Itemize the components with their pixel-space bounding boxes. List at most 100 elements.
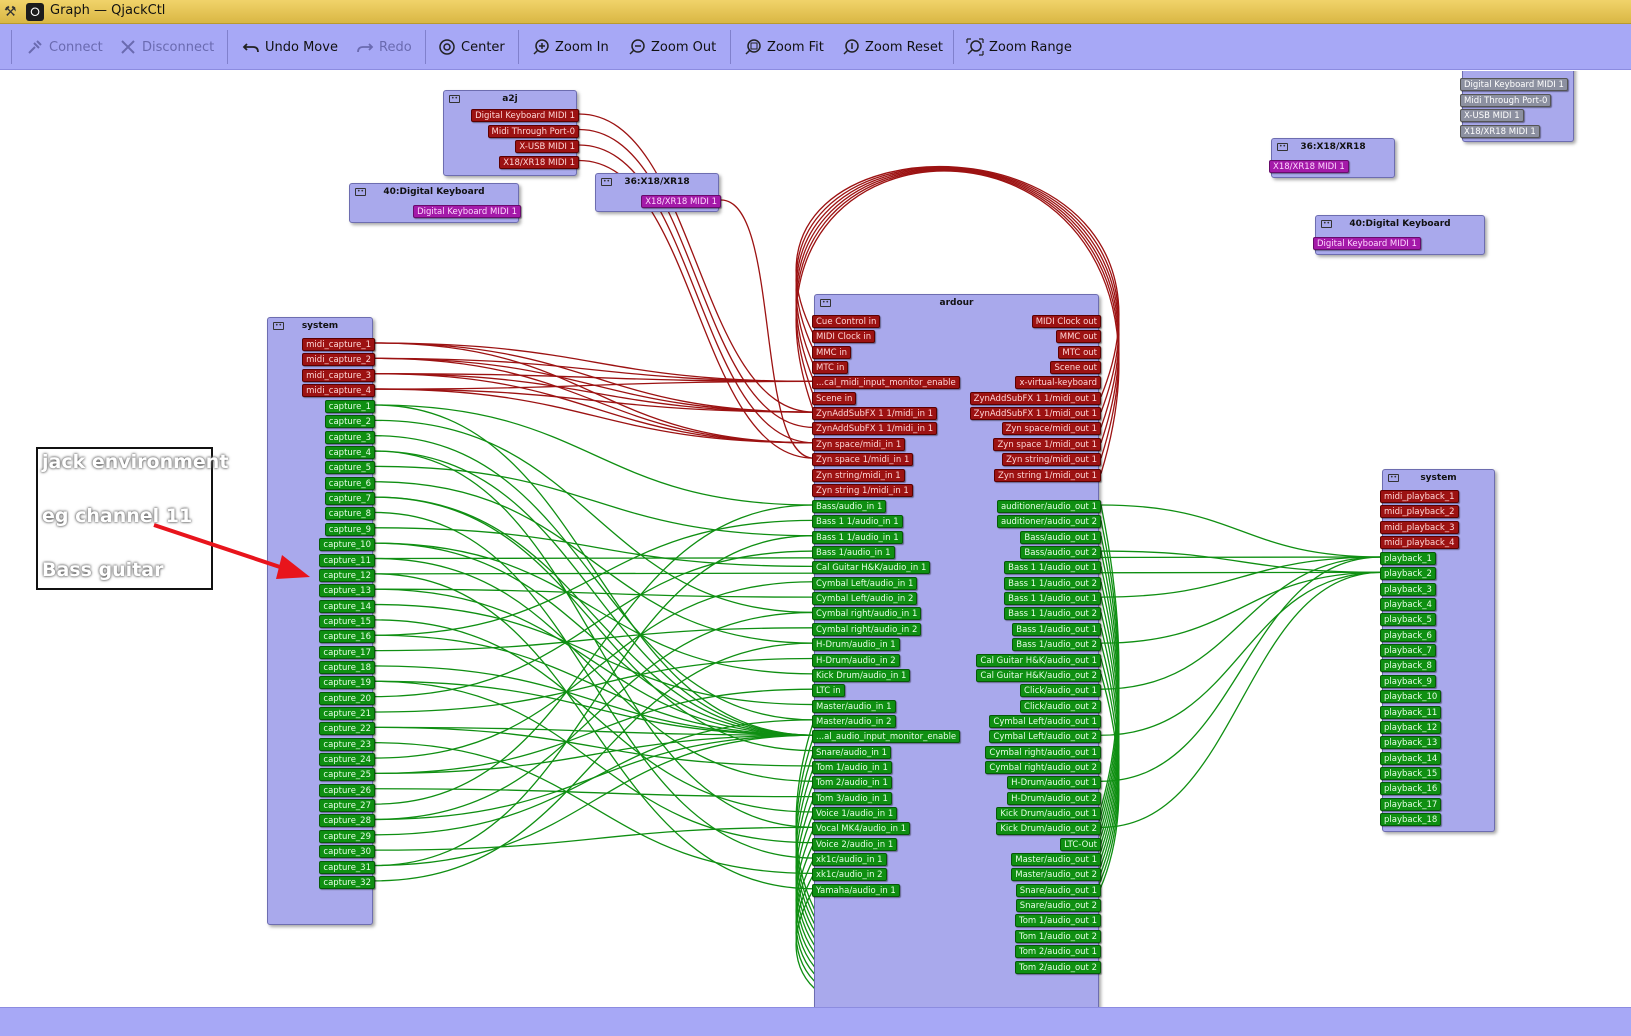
port-keyboard-in[interactable]: Digital Keyboard MIDI 1 [1313, 237, 1421, 250]
port-ardour-audio-in[interactable]: Cal Guitar H&K/audio_in 1 [812, 561, 931, 575]
port-audio-playback[interactable]: playback_6 [1380, 628, 1436, 642]
port-audio-playback[interactable]: playback_5 [1380, 613, 1436, 627]
port-a2j-out[interactable]: Midi Through Port-0 [487, 124, 579, 138]
client-system-capture[interactable]: •• system midi_capture_1 midi_capture_2 midi… [267, 317, 375, 925]
connection-wire[interactable] [374, 611, 815, 821]
port-midi-capture[interactable]: midi_capture_1 [302, 338, 375, 351]
port-ardour-audio-out[interactable]: Bass/audio_out 1 [1020, 530, 1101, 544]
port-ardour-audio-out[interactable]: Click/audio_out 2 [1020, 699, 1101, 713]
port-audio-capture[interactable]: capture_29 [319, 829, 375, 843]
port-audio-capture[interactable]: capture_24 [319, 753, 375, 767]
port-ardour-audio-in[interactable]: LTC in [812, 684, 845, 698]
port-ardour-audio-out[interactable]: Cal Guitar H&K/audio_out 2 [976, 668, 1101, 682]
client-x18xr18-right[interactable]: •• 36:X18/XR18 X18/XR18 MIDI 1 [1269, 138, 1395, 178]
connection-wire[interactable] [374, 657, 815, 713]
port-audio-playback[interactable]: playback_4 [1380, 598, 1436, 612]
port-audio-capture[interactable]: capture_30 [319, 845, 375, 859]
port-ardour-audio-out[interactable]: Bass/audio_out 2 [1020, 546, 1101, 560]
port-audio-playback[interactable]: playback_12 [1380, 720, 1442, 734]
port-audio-capture[interactable]: capture_32 [319, 875, 375, 889]
client-ardour[interactable]: •• ardour Cue Control in MIDI Clock in MMC i… [812, 294, 1101, 1007]
port-ardour-audio-in[interactable]: xk1c/audio_in 1 [812, 853, 887, 867]
port-midi-playback[interactable]: midi_playback_2 [1380, 505, 1459, 519]
port-ardour-audio-out[interactable]: Bass 1 1/audio_out 1 [1004, 592, 1101, 606]
port-ardour-audio-in[interactable]: Bass 1/audio_in 1 [812, 546, 895, 560]
port-ardour-audio-out[interactable]: Cal Guitar H&K/audio_out 1 [976, 653, 1101, 667]
port-audio-capture[interactable]: capture_9 [324, 522, 375, 536]
port-audio-capture[interactable]: capture_12 [319, 568, 375, 582]
port-ardour-audio-in[interactable]: Bass 1 1/audio_in 1 [812, 515, 903, 529]
port-ardour-audio-in[interactable]: Bass 1 1/audio_in 1 [812, 530, 903, 544]
port-ardour-midi-out[interactable]: MIDI Clock out [1031, 315, 1101, 328]
port-ardour-audio-out[interactable]: auditioner/audio_out 1 [996, 500, 1101, 513]
port-ardour-audio-out[interactable]: LTC-Out [1060, 837, 1101, 851]
connect-button[interactable]: Connect [26, 35, 103, 59]
port-ardour-audio-out[interactable]: Bass 1/audio_out 2 [1012, 638, 1101, 652]
port-audio-capture[interactable]: capture_10 [319, 538, 375, 552]
port-ardour-audio-out[interactable]: Snare/audio_out 2 [1015, 899, 1101, 913]
connection-wire[interactable] [374, 734, 815, 775]
port-audio-playback[interactable]: playback_1 [1380, 552, 1436, 565]
client-a2j[interactable]: •• a2j Digital Keyboard MIDI 1 Midi Through… [443, 90, 579, 176]
port-audio-capture[interactable]: capture_8 [324, 507, 375, 521]
port-ardour-audio-out[interactable]: Cymbal Left/audio_out 2 [989, 730, 1101, 744]
port-audio-capture[interactable]: capture_2 [324, 415, 375, 429]
port-ardour-midi-out[interactable]: Zyn space/midi_out 1 [1001, 422, 1101, 436]
port-audio-capture[interactable]: capture_17 [319, 645, 375, 659]
port-ardour-audio-in[interactable]: Tom 1/audio_in 1 [812, 760, 892, 774]
port-audio-playback[interactable]: playback_16 [1380, 782, 1442, 796]
port-ardour-audio-in[interactable]: xk1c/audio_in 2 [812, 868, 887, 882]
client-digital-keyboard-right[interactable]: •• 40:Digital Keyboard Digital Keyboard MI… [1313, 215, 1485, 255]
port-ardour-audio-out[interactable]: Snare/audio_out 1 [1015, 883, 1101, 897]
port-a2j-out[interactable]: X18/XR18 MIDI 1 [499, 155, 579, 169]
connection-wire[interactable] [720, 199, 815, 459]
port-ardour-audio-out[interactable]: Cymbal right/audio_out 1 [985, 745, 1101, 759]
port-ardour-audio-out[interactable]: Bass 1/audio_out 1 [1012, 622, 1101, 636]
port-ardour-audio-out[interactable]: Kick Drum/audio_out 1 [996, 807, 1101, 820]
port-audio-capture[interactable]: capture_4 [324, 446, 375, 460]
connection-wire[interactable] [374, 380, 815, 390]
port-ardour-audio-in[interactable]: Cymbal right/audio_in 1 [812, 607, 922, 621]
port-x18-in[interactable]: X18/XR18 MIDI 1 [1269, 160, 1349, 173]
port-ardour-midi-out[interactable]: ZynAddSubFX 1 1/midi_out 1 [969, 391, 1101, 405]
port-ardour-audio-out[interactable]: Master/audio_out 2 [1011, 868, 1101, 882]
port-audio-capture[interactable]: capture_22 [319, 722, 375, 736]
port-ardour-audio-in[interactable]: Vocal MK4/audio_in 1 [812, 822, 911, 836]
port-ardour-midi-in[interactable]: Zyn space 1/midi_in 1 [812, 453, 914, 467]
port-ardour-audio-out[interactable]: auditioner/audio_out 2 [996, 515, 1101, 529]
port-ardour-audio-out[interactable]: Tom 2/audio_out 2 [1014, 960, 1101, 974]
port-midi-capture[interactable]: midi_capture_2 [302, 353, 375, 367]
port-audio-playback[interactable]: playback_3 [1380, 582, 1436, 596]
connection-wire[interactable] [1100, 571, 1383, 736]
port-audio-playback[interactable]: playback_15 [1380, 766, 1442, 780]
undo-move-button[interactable]: Undo Move [242, 35, 338, 59]
port-ardour-midi-out[interactable]: Scene out [1050, 361, 1101, 375]
port-ardour-midi-in[interactable]: ZynAddSubFX 1 1/midi_in 1 [812, 407, 938, 421]
connection-wire[interactable] [1100, 556, 1383, 598]
port-audio-playback[interactable]: playback_9 [1380, 674, 1436, 688]
port-a2j-out[interactable]: X-USB MIDI 1 [515, 140, 579, 153]
port-ardour-midi-out[interactable]: x-virtual-keyboard [1015, 376, 1101, 390]
port-ardour-audio-out[interactable]: Bass 1 1/audio_out 2 [1004, 576, 1101, 590]
port-ardour-audio-in[interactable]: Yamaha/audio_in 1 [812, 883, 900, 897]
port-ardour-midi-out[interactable]: MMC out [1055, 330, 1101, 344]
zoom-in-button[interactable]: Zoom In [532, 35, 609, 59]
port-ardour-audio-in[interactable]: ...al_audio_input_monitor_enable [812, 730, 961, 744]
port-ardour-audio-in[interactable]: Cymbal Left/audio_in 1 [812, 576, 918, 590]
port-ardour-midi-out[interactable]: Zyn space 1/midi_out 1 [993, 437, 1101, 451]
connection-wire[interactable] [374, 404, 815, 506]
port-ardour-audio-in[interactable]: Master/audio_in 2 [812, 714, 896, 728]
port-audio-playback[interactable]: playback_8 [1380, 659, 1436, 673]
connection-wire[interactable] [578, 113, 815, 413]
port-ardour-audio-out[interactable]: Master/audio_out 1 [1011, 853, 1101, 867]
redo-button[interactable]: Redo [356, 35, 412, 59]
connection-wire[interactable] [374, 588, 815, 598]
port-midi-capture[interactable]: midi_capture_4 [302, 384, 375, 398]
port-audio-playback[interactable]: playback_13 [1380, 736, 1442, 750]
port-audio-capture[interactable]: capture_25 [319, 768, 375, 782]
port-ardour-audio-out[interactable]: H-Drum/audio_out 1 [1007, 776, 1101, 790]
connection-wire[interactable] [1100, 504, 1383, 558]
port-ardour-midi-out[interactable]: Zyn string 1/midi_out 1 [994, 468, 1101, 482]
port-ardour-midi-out[interactable]: MTC out [1058, 345, 1101, 359]
connection-wire[interactable] [1100, 571, 1383, 828]
